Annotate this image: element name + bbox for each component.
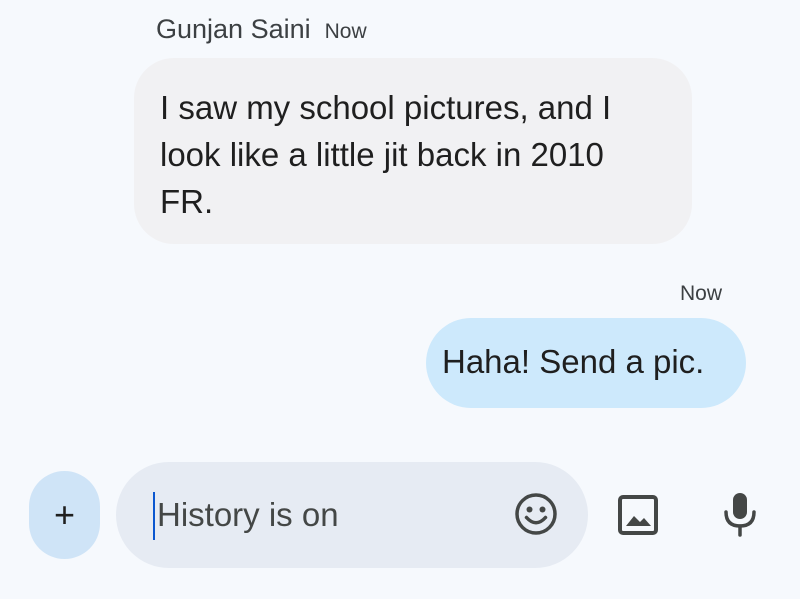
plus-icon: + xyxy=(53,494,76,535)
emoji-icon[interactable] xyxy=(514,492,558,536)
incoming-message-bubble[interactable]: I saw my school pictures, and I look lik… xyxy=(134,58,692,244)
message-line: look like a little jit back in 2010 xyxy=(160,136,604,173)
add-attachment-button[interactable]: + xyxy=(29,471,100,559)
microphone-icon[interactable] xyxy=(720,490,760,538)
message-line: I saw my school pictures, and I xyxy=(160,89,612,126)
incoming-timestamp: Now xyxy=(324,20,367,43)
message-line: FR. xyxy=(160,183,214,220)
outgoing-timestamp: Now xyxy=(679,282,722,305)
sender-name: Gunjan Saini xyxy=(156,14,311,44)
text-cursor xyxy=(153,492,155,540)
outgoing-message-bubble[interactable]: Haha! Send a pic. xyxy=(426,318,746,408)
incoming-message-header: Gunjan Saini Now xyxy=(156,14,367,45)
image-icon[interactable] xyxy=(617,494,659,536)
message-input-placeholder: History is on xyxy=(157,496,339,533)
outgoing-message-text: Haha! Send a pic. xyxy=(442,343,705,380)
